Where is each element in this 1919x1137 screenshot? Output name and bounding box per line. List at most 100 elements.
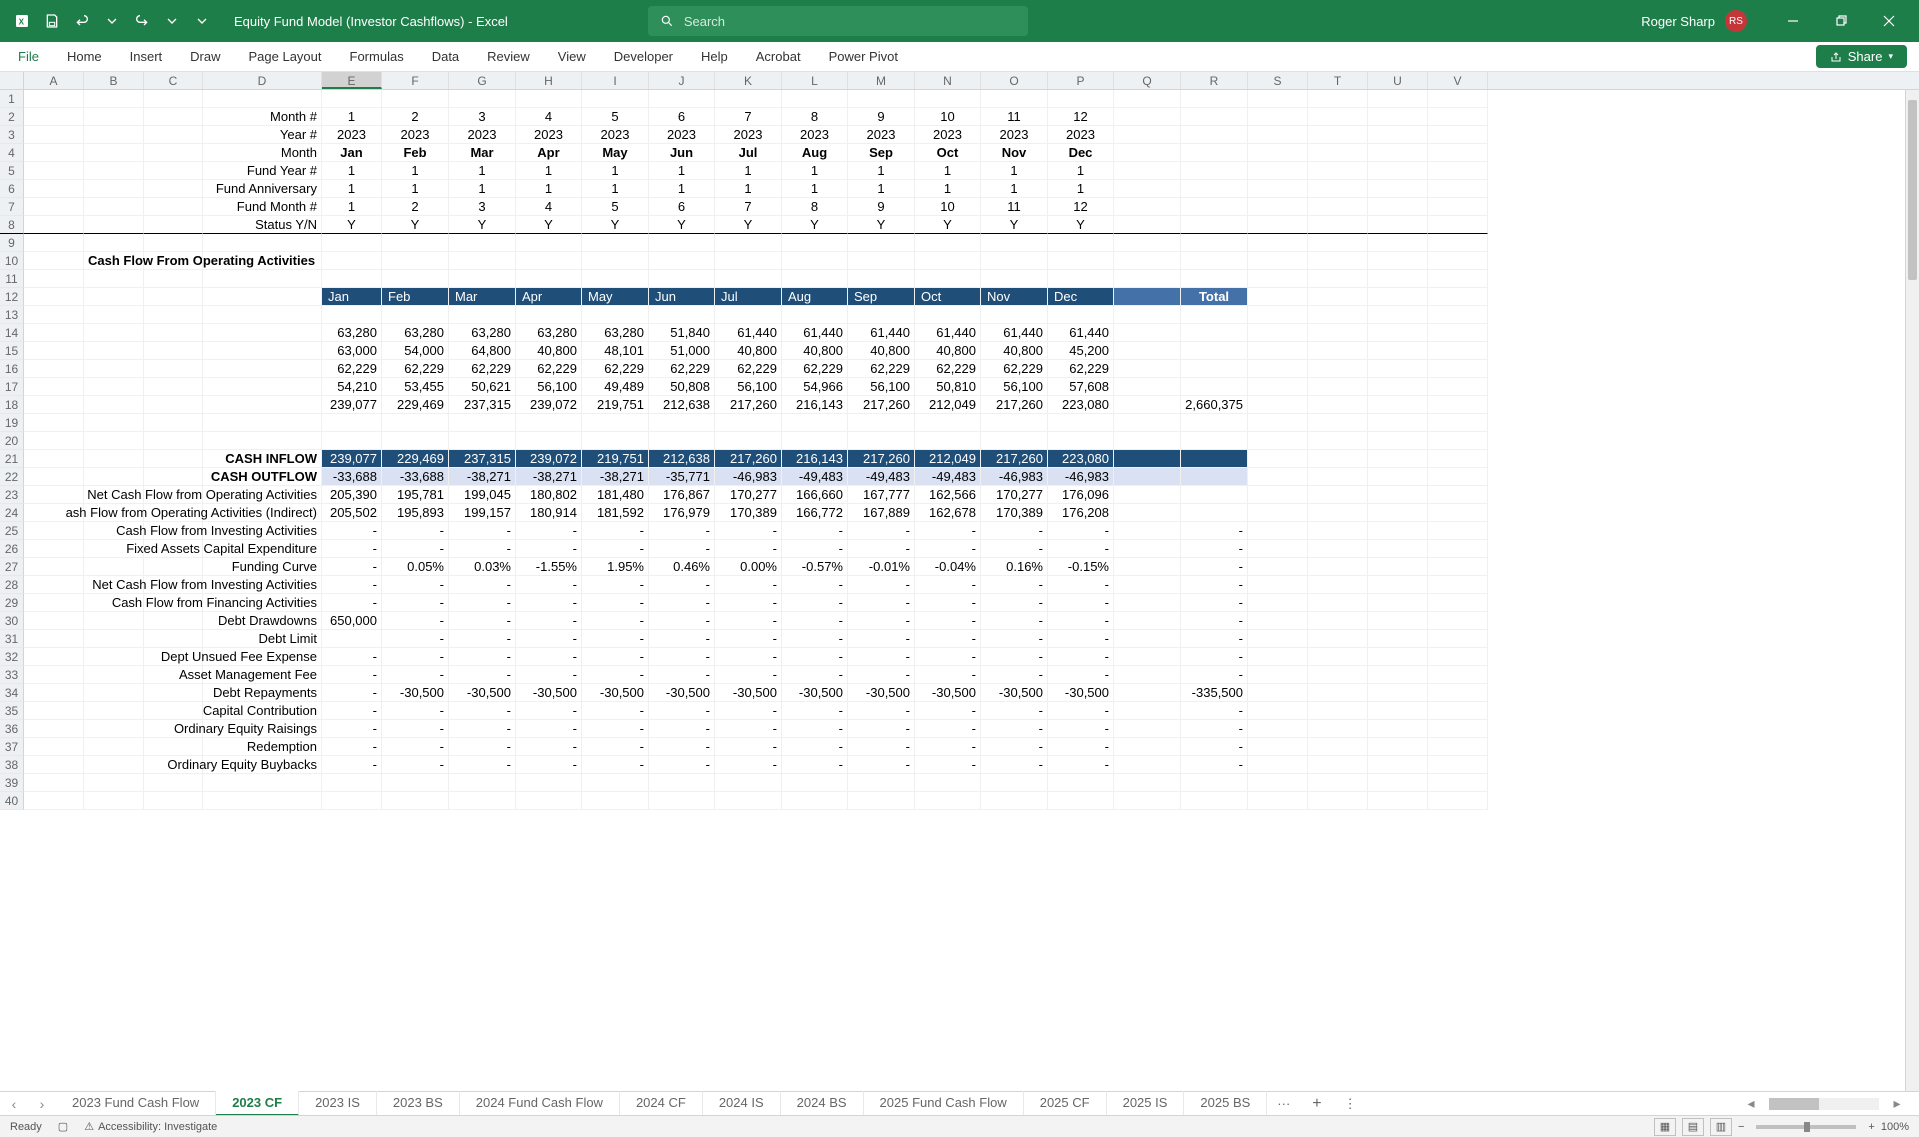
- sheet-tab-2023-cf[interactable]: 2023 CF: [216, 1091, 299, 1116]
- cell-E16[interactable]: 62,229: [322, 360, 382, 378]
- cell-S26[interactable]: [1248, 540, 1308, 558]
- cell-N6[interactable]: 1: [915, 180, 981, 198]
- cell-O16[interactable]: 62,229: [981, 360, 1048, 378]
- ribbon-tab-developer[interactable]: Developer: [600, 43, 687, 70]
- cell-O10[interactable]: [981, 252, 1048, 270]
- cell-S36[interactable]: [1248, 720, 1308, 738]
- cell-H37[interactable]: -: [516, 738, 582, 756]
- cell-V23[interactable]: [1428, 486, 1488, 504]
- row-header-4[interactable]: 4: [0, 144, 24, 162]
- cell-F9[interactable]: [382, 234, 449, 252]
- cell-H6[interactable]: 1: [516, 180, 582, 198]
- cell-V11[interactable]: [1428, 270, 1488, 288]
- cell-N34[interactable]: -30,500: [915, 684, 981, 702]
- cell-Q6[interactable]: [1114, 180, 1181, 198]
- cell-V16[interactable]: [1428, 360, 1488, 378]
- minimize-button[interactable]: [1771, 0, 1815, 42]
- cell-Q37[interactable]: [1114, 738, 1181, 756]
- cell-C4[interactable]: [144, 144, 203, 162]
- cell-G15[interactable]: 64,800: [449, 342, 516, 360]
- cell-A25[interactable]: [24, 522, 84, 540]
- cell-U10[interactable]: [1368, 252, 1428, 270]
- cell-E40[interactable]: [322, 792, 382, 810]
- cell-U11[interactable]: [1368, 270, 1428, 288]
- cell-U34[interactable]: [1368, 684, 1428, 702]
- cell-N15[interactable]: 40,800: [915, 342, 981, 360]
- column-header-I[interactable]: I: [582, 72, 649, 89]
- cell-C20[interactable]: [144, 432, 203, 450]
- ribbon-tab-power-pivot[interactable]: Power Pivot: [815, 43, 912, 70]
- cell-S32[interactable]: [1248, 648, 1308, 666]
- cell-A33[interactable]: [24, 666, 84, 684]
- cell-L12[interactable]: Aug: [782, 288, 848, 306]
- cell-T16[interactable]: [1308, 360, 1368, 378]
- cell-A38[interactable]: [24, 756, 84, 774]
- cell-S9[interactable]: [1248, 234, 1308, 252]
- cell-P39[interactable]: [1048, 774, 1114, 792]
- cell-R7[interactable]: [1181, 198, 1248, 216]
- row-header-39[interactable]: 39: [0, 774, 24, 792]
- cell-H31[interactable]: -: [516, 630, 582, 648]
- cell-C7[interactable]: [144, 198, 203, 216]
- cell-C17[interactable]: [144, 378, 203, 396]
- cell-F15[interactable]: 54,000: [382, 342, 449, 360]
- cell-H11[interactable]: [516, 270, 582, 288]
- cell-Q9[interactable]: [1114, 234, 1181, 252]
- row-header-21[interactable]: 21: [0, 450, 24, 468]
- cell-K5[interactable]: 1: [715, 162, 782, 180]
- cell-E37[interactable]: -: [322, 738, 382, 756]
- cell-K30[interactable]: -: [715, 612, 782, 630]
- cell-C13[interactable]: [144, 306, 203, 324]
- cell-P14[interactable]: 61,440: [1048, 324, 1114, 342]
- cell-P2[interactable]: 12: [1048, 108, 1114, 126]
- cell-Q27[interactable]: [1114, 558, 1181, 576]
- cell-H22[interactable]: -38,271: [516, 468, 582, 486]
- cell-K8[interactable]: Y: [715, 216, 782, 234]
- cell-V28[interactable]: [1428, 576, 1488, 594]
- cell-F34[interactable]: -30,500: [382, 684, 449, 702]
- cell-M36[interactable]: -: [848, 720, 915, 738]
- cell-F22[interactable]: -33,688: [382, 468, 449, 486]
- cell-I23[interactable]: 181,480: [582, 486, 649, 504]
- cell-F40[interactable]: [382, 792, 449, 810]
- cell-V37[interactable]: [1428, 738, 1488, 756]
- select-all-triangle[interactable]: [0, 72, 24, 89]
- cell-P37[interactable]: -: [1048, 738, 1114, 756]
- cell-H18[interactable]: 239,072: [516, 396, 582, 414]
- cell-G7[interactable]: 3: [449, 198, 516, 216]
- cell-S34[interactable]: [1248, 684, 1308, 702]
- cell-B16[interactable]: [84, 360, 144, 378]
- cell-J25[interactable]: -: [649, 522, 715, 540]
- row-header-30[interactable]: 30: [0, 612, 24, 630]
- cell-P34[interactable]: -30,500: [1048, 684, 1114, 702]
- cell-Q17[interactable]: [1114, 378, 1181, 396]
- cell-Q10[interactable]: [1114, 252, 1181, 270]
- cell-F35[interactable]: -: [382, 702, 449, 720]
- cell-K31[interactable]: -: [715, 630, 782, 648]
- cell-U15[interactable]: [1368, 342, 1428, 360]
- column-header-H[interactable]: H: [516, 72, 582, 89]
- cell-I1[interactable]: [582, 90, 649, 108]
- cell-E34[interactable]: -: [322, 684, 382, 702]
- cell-Q33[interactable]: [1114, 666, 1181, 684]
- cell-O18[interactable]: 217,260: [981, 396, 1048, 414]
- cell-D40[interactable]: [203, 792, 322, 810]
- cell-Q15[interactable]: [1114, 342, 1181, 360]
- cell-S37[interactable]: [1248, 738, 1308, 756]
- cell-C11[interactable]: [144, 270, 203, 288]
- cell-K15[interactable]: 40,800: [715, 342, 782, 360]
- row-header-6[interactable]: 6: [0, 180, 24, 198]
- cell-E36[interactable]: -: [322, 720, 382, 738]
- ribbon-tab-file[interactable]: File: [4, 43, 53, 70]
- cell-N32[interactable]: -: [915, 648, 981, 666]
- cell-K17[interactable]: 56,100: [715, 378, 782, 396]
- cell-A35[interactable]: [24, 702, 84, 720]
- cell-U23[interactable]: [1368, 486, 1428, 504]
- cell-N14[interactable]: 61,440: [915, 324, 981, 342]
- cell-B11[interactable]: [84, 270, 144, 288]
- column-header-M[interactable]: M: [848, 72, 915, 89]
- cell-R28[interactable]: -: [1181, 576, 1248, 594]
- cell-J27[interactable]: 0.46%: [649, 558, 715, 576]
- cell-J17[interactable]: 50,808: [649, 378, 715, 396]
- cell-P29[interactable]: -: [1048, 594, 1114, 612]
